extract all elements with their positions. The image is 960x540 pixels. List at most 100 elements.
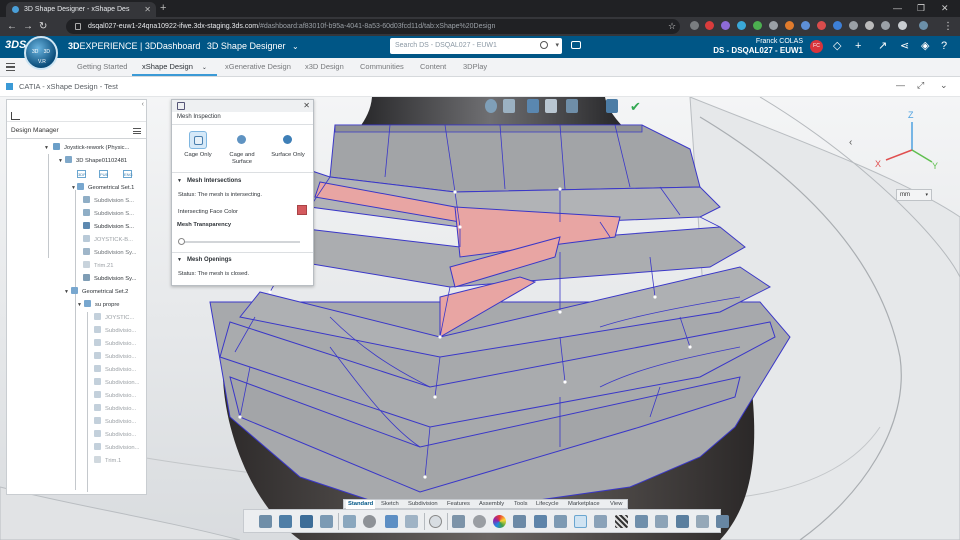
add-icon[interactable]: + — [855, 39, 861, 53]
tree-item[interactable]: Subdivision S... — [83, 222, 134, 233]
close-tab-icon[interactable]: ✕ — [144, 2, 151, 17]
tree-item[interactable]: Subdivisio... — [94, 352, 136, 363]
surface-only-option[interactable]: Surface Only — [266, 131, 310, 159]
browser-menu-icon[interactable]: ⋮ — [943, 20, 953, 33]
export-icon[interactable] — [320, 515, 333, 528]
tab-content[interactable]: Content — [420, 58, 446, 76]
mesh-inspection-icon[interactable] — [574, 515, 587, 528]
search-input[interactable]: Search DS - DSQAL027 - EUW1 ▾ — [390, 38, 562, 54]
extensions-puzzle-icon[interactable] — [881, 21, 890, 30]
draft-icon[interactable] — [594, 515, 607, 528]
tree-item[interactable]: Trim.1 — [94, 456, 121, 467]
extension-icon[interactable] — [785, 21, 794, 30]
extension-icon[interactable] — [833, 21, 842, 30]
extension-icon[interactable] — [898, 21, 907, 30]
tab-communities[interactable]: Communities — [360, 58, 404, 76]
widget-menu-icon[interactable]: ⌄ — [940, 80, 948, 91]
tab-xgenerative-design[interactable]: xGenerative Design — [225, 58, 291, 76]
tree-item[interactable]: Trim.21 — [83, 261, 113, 272]
axis-compass[interactable]: Z X Y — [870, 108, 948, 172]
transparency-slider[interactable] — [179, 241, 300, 243]
view-tool-icon[interactable] — [527, 99, 539, 113]
gear-icon[interactable] — [363, 515, 376, 528]
compass-icon[interactable]: 3D 3D V.R — [24, 36, 58, 70]
back-icon[interactable]: ← — [7, 20, 17, 33]
tree-item[interactable]: Subdivision S... — [83, 196, 134, 207]
forward-icon[interactable]: → — [23, 20, 33, 33]
tree-item[interactable]: Subdivisio... — [94, 391, 136, 402]
extension-icon[interactable] — [865, 21, 874, 30]
tree-item[interactable]: Subdivisio... — [94, 339, 136, 350]
extension-icon[interactable] — [690, 21, 699, 30]
tree-tool-icon[interactable] — [11, 112, 20, 120]
tab-sketch[interactable]: Sketch — [381, 500, 399, 509]
tab-subdivision[interactable]: Subdivision — [408, 500, 438, 509]
save-icon[interactable] — [279, 515, 292, 528]
help-icon[interactable]: ? — [941, 39, 947, 53]
chevron-down-icon[interactable]: ▾ — [555, 38, 559, 54]
dashboard-menu-icon[interactable] — [6, 63, 15, 71]
tab-3dplay[interactable]: 3DPlay — [463, 58, 487, 76]
tab-tools[interactable]: Tools — [514, 500, 528, 509]
collapse-toggle-icon[interactable]: ▼ — [77, 302, 82, 308]
communication-icon[interactable]: ◈ — [921, 39, 929, 53]
new-tab-icon[interactable]: + — [160, 2, 166, 15]
tree-item[interactable]: Subdivisio... — [94, 404, 136, 415]
tree-item[interactable]: Subdivision... — [94, 443, 139, 454]
extension-icon[interactable] — [721, 21, 730, 30]
face-color-swatch[interactable] — [297, 205, 307, 215]
image-icon[interactable] — [452, 515, 465, 528]
tab-getting-started[interactable]: Getting Started — [77, 58, 127, 76]
node-icon[interactable]: ENG — [123, 170, 133, 178]
bookmark-star-icon[interactable]: ☆ — [668, 20, 676, 33]
distance-icon[interactable] — [676, 515, 689, 528]
view-tool-icon[interactable] — [606, 99, 618, 113]
browser-tab[interactable]: 3D Shape Designer - xShape Des ✕ — [6, 2, 156, 17]
checkmark-icon[interactable]: ✔ — [630, 99, 641, 115]
mesh-openings-section[interactable]: ▼ Mesh Openings — [177, 257, 232, 263]
close-window-icon[interactable]: ✕ — [941, 3, 949, 14]
measure-icon[interactable] — [513, 515, 526, 528]
tree-item-su-propre[interactable]: su propre — [84, 300, 120, 311]
collapse-panel-icon[interactable]: ‹ — [142, 101, 144, 108]
tree-item[interactable]: Subdivisio... — [94, 326, 136, 337]
extension-icon[interactable] — [801, 21, 810, 30]
maximize-widget-icon[interactable]: ⤢ — [917, 80, 924, 91]
tab-standard[interactable]: Standard — [346, 500, 376, 509]
extension-icon[interactable] — [737, 21, 746, 30]
node-icon[interactable]: 3DP — [77, 170, 86, 178]
transparency-slider-handle[interactable] — [178, 238, 185, 245]
panel-header[interactable]: ✕ — [172, 100, 313, 112]
units-select[interactable]: mm ▾ — [896, 189, 932, 201]
undo-icon[interactable] — [385, 515, 398, 528]
app-title[interactable]: 3DEXPERIENCE | 3DDashboard 3D Shape Desi… — [68, 41, 299, 51]
curvature-icon[interactable] — [635, 515, 648, 528]
view-tool-icon[interactable] — [503, 99, 515, 113]
cage-and-surface-option[interactable]: Cage and Surface — [220, 131, 264, 166]
share-icon[interactable]: ↗ — [878, 39, 887, 53]
save-all-icon[interactable] — [300, 515, 313, 528]
redo-icon[interactable] — [405, 515, 418, 528]
tree-item[interactable]: Subdivision... — [94, 378, 139, 389]
extension-icon[interactable] — [849, 21, 858, 30]
extension-icon[interactable] — [817, 21, 826, 30]
tree-item[interactable]: JOYSTIC... — [94, 313, 134, 324]
tree-item-geoset2[interactable]: Geometrical Set.2 — [71, 287, 128, 298]
help-icon[interactable] — [429, 515, 442, 528]
collapse-toggle-icon[interactable]: ▼ — [58, 158, 63, 164]
view-tool-icon[interactable] — [485, 99, 497, 113]
tree-item[interactable]: Subdivisio... — [94, 430, 136, 441]
clipboard-icon[interactable] — [343, 515, 356, 528]
restore-icon[interactable]: ❐ — [917, 3, 925, 14]
tab-xshape-design[interactable]: xShape Design ⌄ — [132, 58, 217, 76]
extension-icon[interactable] — [705, 21, 714, 30]
notifications-icon[interactable]: ◇ — [833, 39, 841, 53]
cage-only-option[interactable]: Cage Only — [176, 131, 220, 159]
close-icon[interactable]: ✕ — [303, 100, 310, 112]
view-tool-icon[interactable] — [545, 99, 557, 113]
component-icon[interactable] — [259, 515, 272, 528]
analysis-icon[interactable] — [534, 515, 547, 528]
panel-menu-icon[interactable] — [133, 128, 141, 134]
tree-item-root[interactable]: Joystick-rework (Physic... — [53, 143, 129, 154]
tree-item[interactable]: Subdivision Sy... — [83, 274, 136, 285]
